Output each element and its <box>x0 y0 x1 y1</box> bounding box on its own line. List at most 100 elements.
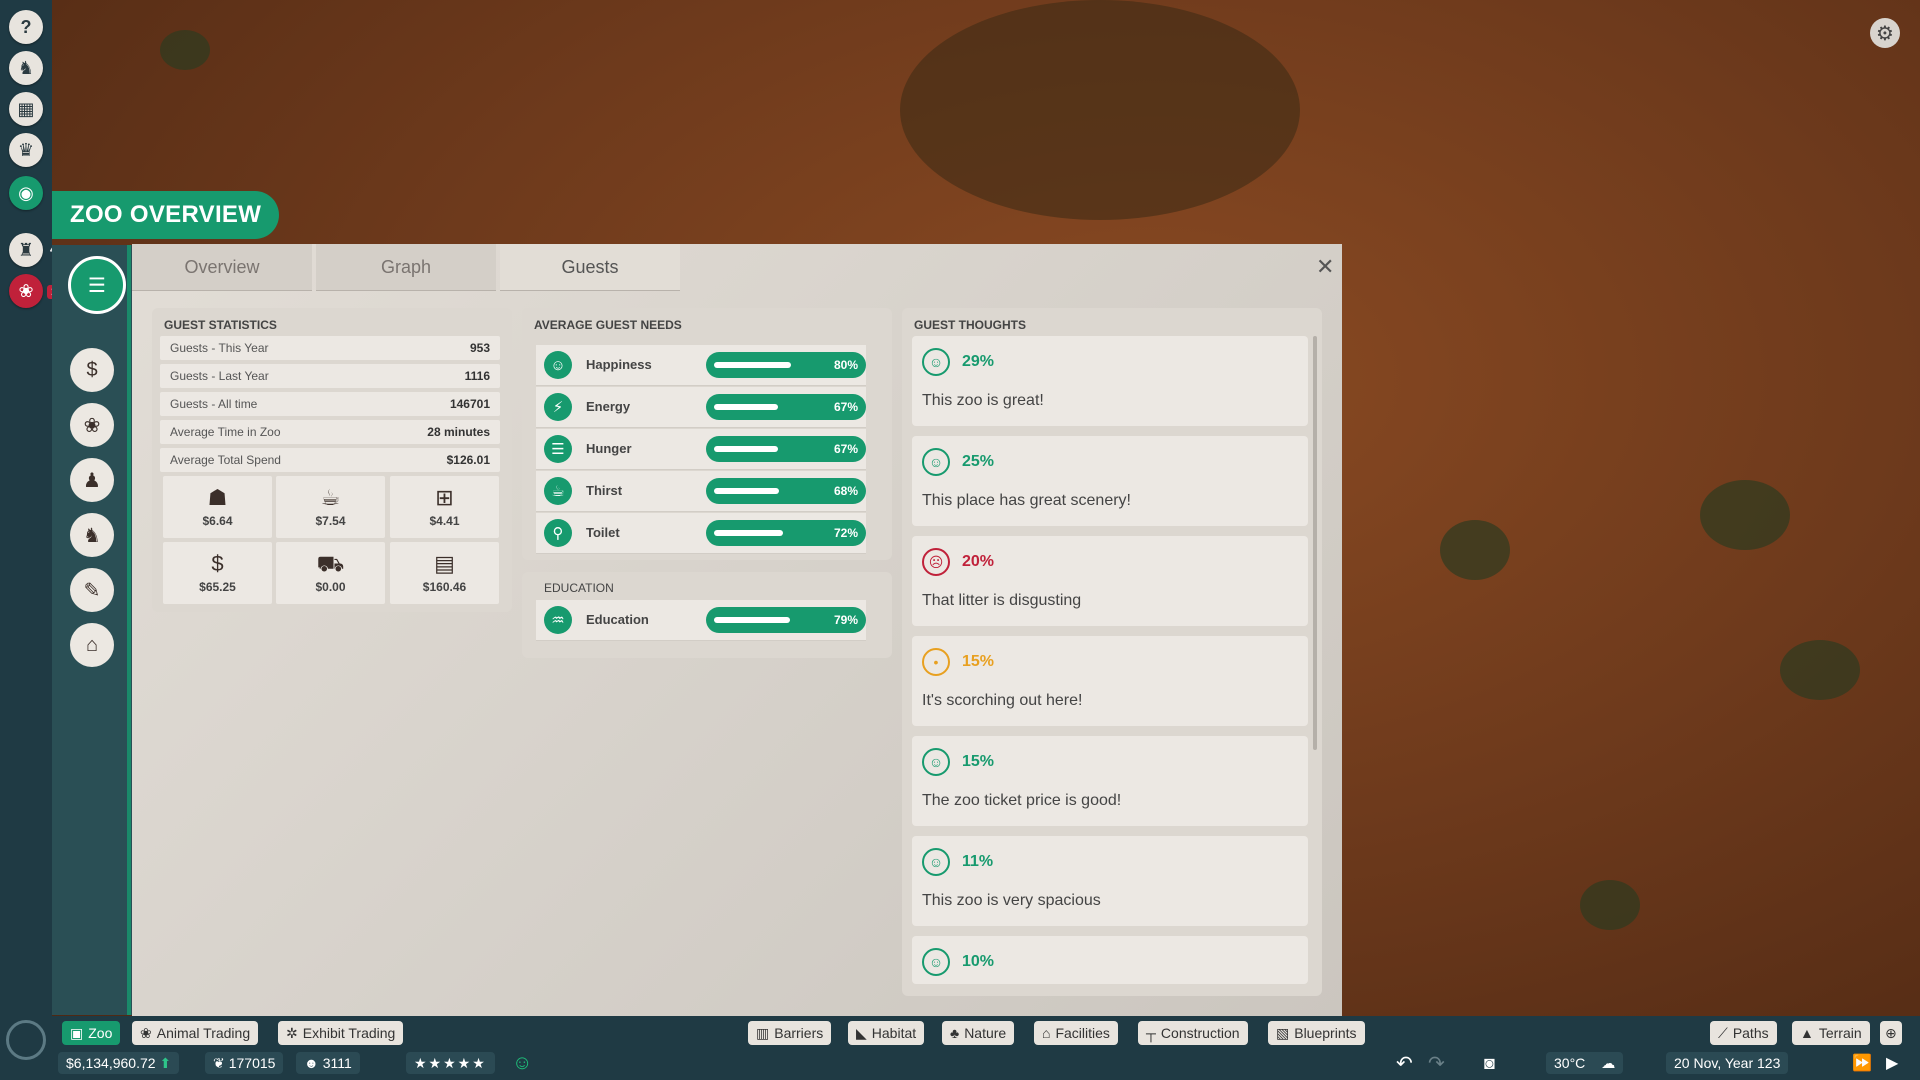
tab-label: Facilities <box>1055 1025 1110 1041</box>
toilet-icon: ⚲ <box>544 519 572 547</box>
thought-text: This zoo is very spacious <box>922 892 1101 909</box>
temperature-value: 30°C <box>1554 1055 1586 1071</box>
tools-icon[interactable]: ✎ <box>70 568 114 612</box>
redo-button[interactable]: ↷ <box>1428 1049 1445 1077</box>
trophy-icon[interactable]: ♛ <box>9 133 43 167</box>
thought-percent: 15% <box>962 753 995 770</box>
zoo-rating: ★★★★★ <box>406 1049 495 1077</box>
people-icon: ☻ <box>304 1055 319 1071</box>
guest-count-value: 3111 <box>322 1055 352 1071</box>
stat-row: Average Time in Zoo 28 minutes <box>160 420 500 444</box>
need-percent: 68% <box>833 484 858 498</box>
tab-construction[interactable]: ┬ Construction <box>1138 1021 1248 1045</box>
need-row: ⚲ Toilet 72% <box>536 513 866 554</box>
need-bar: 79% <box>706 607 866 633</box>
tab-label: Exhibit Trading <box>302 1025 396 1041</box>
thought-card: ☺ 11% This zoo is very spacious <box>912 836 1308 926</box>
thirst-icon: ☕ <box>544 477 572 505</box>
spend-value: $7.54 <box>315 514 346 528</box>
crane-icon: ┬ <box>1146 1025 1156 1041</box>
help-icon[interactable]: ? <box>9 10 43 44</box>
animal-icon[interactable]: ♞ <box>9 51 43 85</box>
tab-paths[interactable]: ⟋ Paths <box>1710 1021 1777 1045</box>
need-bar-fill <box>714 530 783 536</box>
expand-icon: ⊕ <box>1885 1024 1897 1041</box>
alert-icon[interactable]: ♜ <box>9 233 43 267</box>
close-icon[interactable]: ✕ <box>1316 254 1334 280</box>
hunger-icon: ☰ <box>544 435 572 463</box>
play-button[interactable]: ▶ <box>1886 1049 1898 1077</box>
need-bar: 67% <box>706 394 866 420</box>
need-label: Toilet <box>586 525 620 540</box>
tab-overview[interactable]: Overview <box>132 244 312 291</box>
tab-barriers[interactable]: ▥ Barriers <box>748 1021 832 1045</box>
stat-value: 146701 <box>449 397 490 411</box>
thought-text: This place has great scenery! <box>922 492 1131 509</box>
stat-value: $126.01 <box>446 453 490 467</box>
stat-value: 953 <box>469 341 490 355</box>
neutral-face-icon: • <box>922 648 950 676</box>
thought-text: That litter is disgusting <box>922 592 1082 609</box>
thought-text: It's scorching out here! <box>922 692 1083 709</box>
tab-animal-trading[interactable]: ❀ Animal Trading <box>132 1021 259 1045</box>
happy-face-icon: ☺ <box>922 848 950 876</box>
finance-icon[interactable]: $ <box>70 348 114 392</box>
thought-card: ☺ 15% The zoo ticket price is good! <box>912 736 1308 826</box>
tab-guests[interactable]: Guests <box>500 244 680 291</box>
expand-button[interactable]: ⊕ <box>1880 1021 1902 1045</box>
settings-icon[interactable]: ⚙ <box>1870 18 1900 48</box>
tab-facilities[interactable]: ⌂ Facilities <box>1034 1021 1118 1045</box>
page-title: ZOO OVERVIEW <box>52 191 280 239</box>
date-status: 20 Nov, Year 123 <box>1666 1049 1789 1077</box>
need-bar-fill <box>714 446 778 452</box>
bug-icon: ✲ <box>286 1024 298 1041</box>
tab-blueprints[interactable]: ▧ Blueprints <box>1268 1021 1365 1045</box>
shop-icon[interactable]: ⌂ <box>70 623 114 667</box>
habitat-icon: ◣ <box>856 1024 867 1041</box>
tab-nature[interactable]: ♣ Nature <box>942 1021 1015 1045</box>
tab-zoo[interactable]: ▣ Zoo <box>62 1021 121 1045</box>
spend-gift: ⊞ $4.41 <box>390 476 499 538</box>
leaf-icon: ❦ <box>213 1054 225 1071</box>
conservation-status: ❦ 177015 <box>205 1049 284 1077</box>
need-bar: 72% <box>706 520 866 546</box>
calendar-icon[interactable]: ▦ <box>9 92 43 126</box>
thought-percent: 25% <box>962 453 995 470</box>
clipboard-icon[interactable]: ☰ <box>68 256 126 314</box>
happy-face-icon: ☺ <box>922 348 950 376</box>
paw-menu-icon[interactable]: ❀ <box>70 403 114 447</box>
thought-percent: 10% <box>962 953 995 970</box>
menu-divider <box>127 245 131 1015</box>
tab-habitat[interactable]: ◣ Habitat <box>848 1021 925 1045</box>
up-arrow-icon: ⬆ <box>159 1054 172 1071</box>
need-label: Hunger <box>586 441 632 456</box>
guest-thoughts-title: GUEST THOUGHTS <box>914 318 1027 332</box>
staff-icon[interactable]: ♟ <box>70 458 114 502</box>
paw-icon[interactable]: ❀ <box>9 274 43 308</box>
camera-mode-button[interactable] <box>6 1020 46 1060</box>
spend-value: $6.64 <box>202 514 233 528</box>
need-label: Education <box>586 612 649 627</box>
tab-terrain[interactable]: ▲ Terrain <box>1792 1021 1870 1045</box>
tab-graph[interactable]: Graph <box>316 244 496 291</box>
animals-icon[interactable]: ♞ <box>70 513 114 557</box>
stat-row: Guests - All time 146701 <box>160 392 500 416</box>
eye-icon[interactable]: ◉ <box>9 176 43 210</box>
terrain-icon: ▲ <box>1800 1025 1814 1041</box>
redo-icon: ↷ <box>1428 1052 1445 1075</box>
food-icon: ☗ <box>207 485 228 510</box>
speed-fast-button[interactable]: ⏩ <box>1852 1049 1872 1077</box>
need-percent: 79% <box>833 613 858 627</box>
spend-value: $4.41 <box>429 514 460 528</box>
spend-value: $65.25 <box>199 580 236 594</box>
thoughts-scrollbar[interactable] <box>1313 336 1317 750</box>
undo-button[interactable]: ↶ <box>1396 1049 1413 1077</box>
camera-button[interactable]: ◙ <box>1484 1049 1495 1077</box>
building-icon: ⌂ <box>1042 1025 1051 1041</box>
thought-text: The zoo ticket price is good! <box>922 792 1122 809</box>
need-label: Energy <box>586 399 631 414</box>
need-bar-fill <box>714 488 779 494</box>
need-bar: 80% <box>706 352 866 378</box>
tab-exhibit-trading[interactable]: ✲ Exhibit Trading <box>278 1021 404 1045</box>
tab-label: Nature <box>964 1025 1007 1041</box>
